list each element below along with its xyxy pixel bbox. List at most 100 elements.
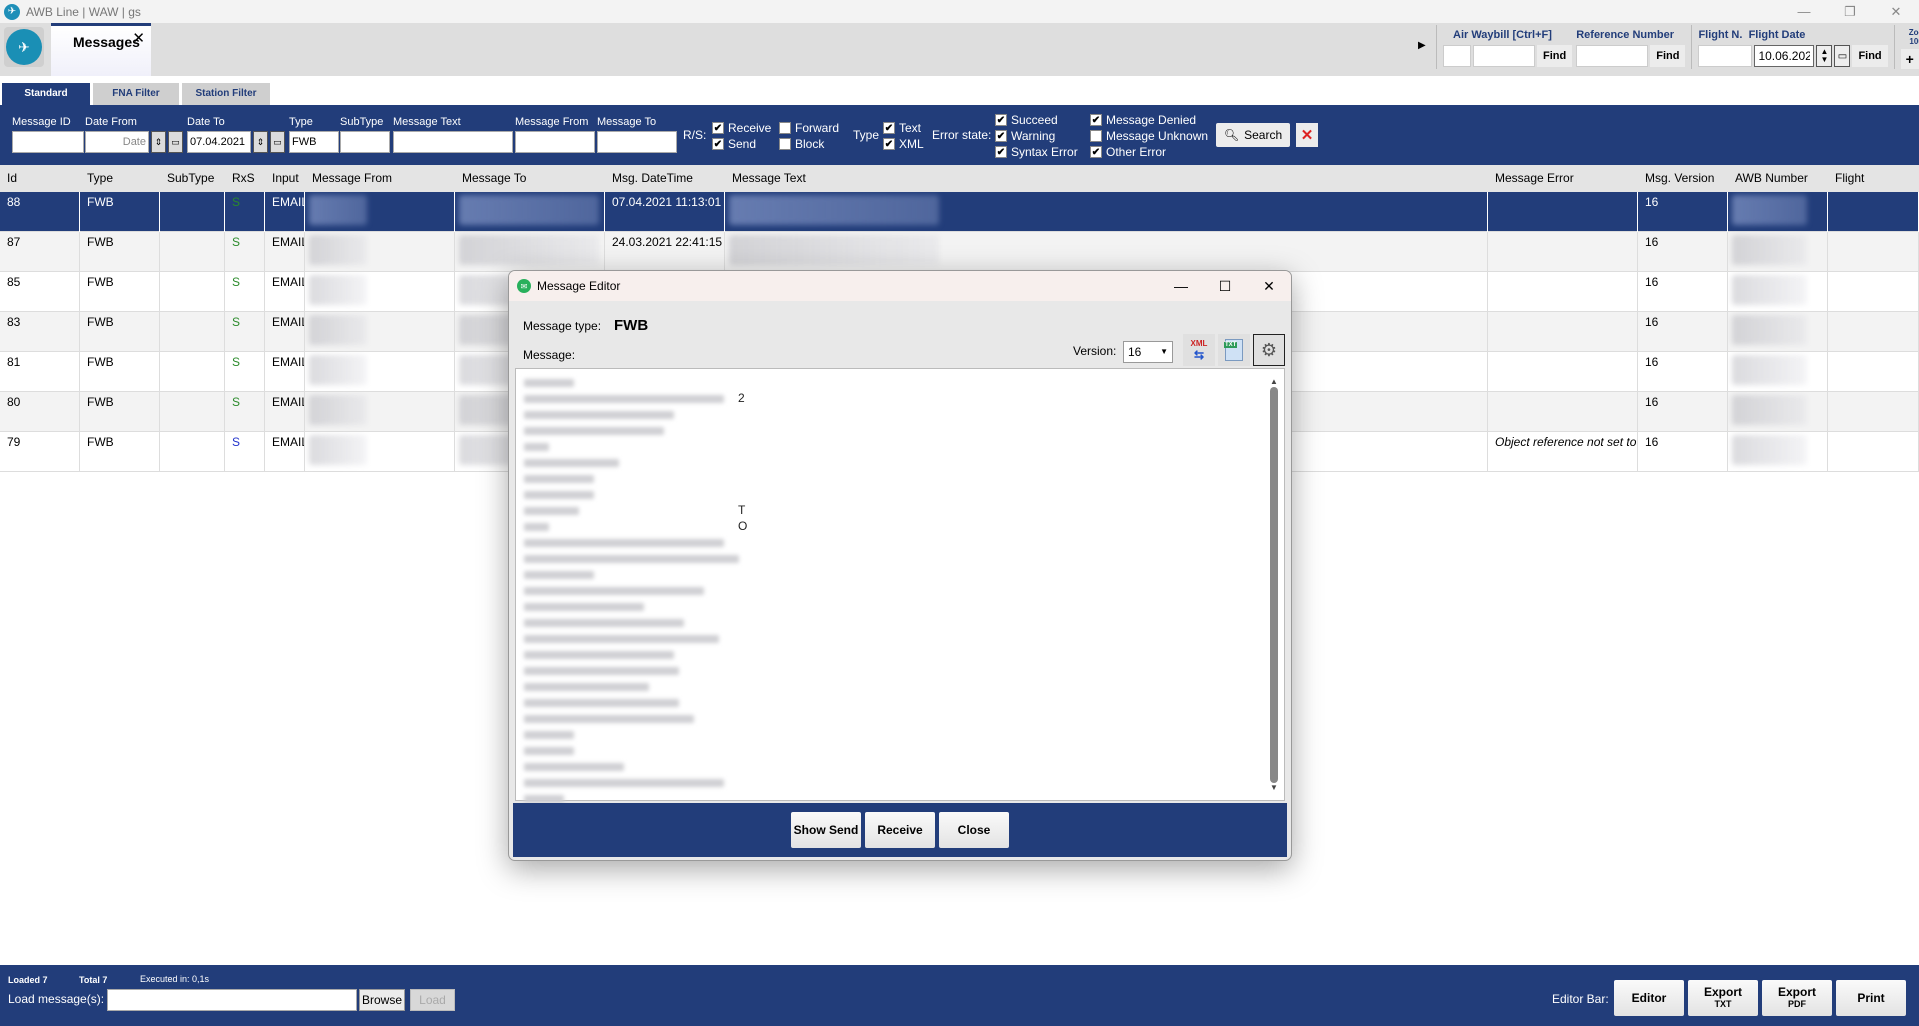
scroll-up-icon[interactable]: ▲ (1270, 377, 1278, 387)
vertical-scrollbar[interactable]: ▲ ▼ (1270, 377, 1278, 799)
export-txt-button[interactable]: Export TXT (1688, 980, 1758, 1016)
dialog-minimize-button[interactable]: — (1159, 271, 1203, 301)
export-pdf-button[interactable]: Export PDF (1762, 980, 1832, 1016)
cell-msg-version-value: 16 (1645, 395, 1659, 409)
xml-checkbox[interactable]: ✔ XML (883, 136, 924, 151)
expand-arrow-icon[interactable]: ▶ (1418, 40, 1430, 51)
dialog-close-button[interactable]: ✕ (1247, 271, 1291, 301)
column-header[interactable]: SubType (160, 165, 214, 192)
column-header[interactable]: Msg. Version (1638, 165, 1714, 192)
cell-awb-number (1728, 352, 1828, 392)
message-unknown-checkbox[interactable]: Message Unknown (1090, 128, 1208, 143)
awb-number-input[interactable] (1473, 45, 1535, 67)
app-logo[interactable]: ✈ (4, 27, 44, 67)
column-header[interactable]: AWB Number (1728, 165, 1808, 192)
succeed-checkbox[interactable]: ✔ Succeed (995, 112, 1078, 127)
message-text-area[interactable]: 2 TO ▲ ▼ (515, 368, 1285, 803)
close-button[interactable]: Close (939, 812, 1009, 848)
dialog-maximize-button[interactable]: ☐ (1203, 271, 1247, 301)
awb-find-button[interactable]: Find (1537, 45, 1573, 67)
tab-standard-filter[interactable]: Standard Filter (2, 83, 90, 121)
reference-number-input[interactable] (1576, 45, 1649, 67)
browse-button[interactable]: Browse (359, 989, 405, 1011)
zoom-in-button[interactable]: + (1900, 49, 1919, 69)
flight-number-input[interactable] (1698, 45, 1753, 67)
message-from-label: Message From (515, 116, 589, 128)
settings-button[interactable]: ⚙ (1253, 334, 1285, 366)
load-messages-input[interactable] (107, 989, 357, 1011)
message-text-input[interactable] (393, 131, 513, 153)
cell-message-error (1488, 312, 1638, 352)
table-row[interactable]: 87 FWB S EMAIL 24.03.2021 22:41:15 16 (0, 232, 1919, 272)
send-checkbox[interactable]: ✔ Send (712, 136, 771, 151)
date-from-calendar-icon[interactable]: ▭ (168, 131, 183, 153)
close-window-button[interactable]: ✕ (1873, 0, 1919, 23)
date-to-input[interactable]: 07.04.2021 (187, 131, 251, 153)
other-error-checkbox[interactable]: ✔ Other Error (1090, 144, 1208, 159)
tab-messages[interactable]: Messages ✕ (51, 23, 151, 76)
message-from-input[interactable] (515, 131, 595, 153)
xml-convert-button[interactable]: XML ⇆ (1183, 334, 1215, 366)
message-line: 2 (522, 391, 745, 407)
tab-fna-filter[interactable]: FNA Filter (93, 83, 179, 105)
date-from-spinner[interactable]: ⇕ (151, 131, 166, 153)
column-header[interactable]: Message To (455, 165, 526, 192)
receive-button[interactable]: Receive (865, 812, 935, 848)
filter-tabs: Standard Filter FNA Filter Station Filte… (2, 83, 270, 121)
message-line (522, 471, 738, 487)
search-button[interactable]: 🔍︎ Search (1216, 123, 1290, 147)
tab-station-filter[interactable]: Station Filter (182, 83, 270, 105)
column-header[interactable]: Input (265, 165, 299, 192)
block-checkbox[interactable]: Block (779, 136, 839, 151)
cell-rxs: S (225, 392, 265, 432)
message-denied-checkbox[interactable]: ✔ Message Denied (1090, 112, 1208, 127)
column-header[interactable]: Message From (305, 165, 392, 192)
calendar-icon[interactable]: ▭ (1834, 45, 1851, 67)
flight-find-button[interactable]: Find (1852, 45, 1888, 67)
scroll-thumb[interactable] (1270, 387, 1278, 783)
column-header[interactable]: Message Error (1488, 165, 1574, 192)
text-checkbox[interactable]: ✔ Text (883, 120, 924, 135)
date-to-calendar-icon[interactable]: ▭ (270, 131, 285, 153)
table-row[interactable]: 88 FWB S EMAIL 07.04.2021 11:13:01 16 (0, 192, 1919, 232)
column-header[interactable]: Id (0, 165, 17, 192)
txt-export-button[interactable]: TXT (1218, 334, 1250, 366)
message-to-input[interactable] (597, 131, 677, 153)
date-from-input[interactable]: Date (85, 131, 149, 153)
subtype-label: SubType (340, 116, 384, 128)
forward-checkbox[interactable]: Forward (779, 120, 839, 135)
receive-checkbox[interactable]: ✔ Receive (712, 120, 771, 135)
version-select[interactable]: 16 ▼ (1123, 341, 1173, 363)
column-header[interactable]: Msg. DateTime (605, 165, 693, 192)
date-spinner[interactable]: ▲ ▼ (1816, 45, 1833, 67)
cell-message-from (305, 312, 455, 352)
syntax-error-checkbox[interactable]: ✔ Syntax Error (995, 144, 1078, 159)
maximize-button[interactable]: ❐ (1827, 0, 1873, 23)
swap-arrows-icon: ⇆ (1193, 347, 1205, 362)
reference-find-button[interactable]: Find (1650, 45, 1686, 67)
cell-message-text (725, 192, 1488, 232)
minimize-button[interactable]: — (1781, 0, 1827, 23)
subtype-input[interactable] (340, 131, 390, 153)
close-tab-icon[interactable]: ✕ (132, 29, 145, 47)
type-input[interactable]: FWB (289, 131, 339, 153)
clear-filter-button[interactable]: ✕ (1296, 123, 1318, 147)
date-to-spinner[interactable]: ⇕ (253, 131, 268, 153)
warning-checkbox[interactable]: ✔ Warning (995, 128, 1078, 143)
column-header[interactable]: Message Text (725, 165, 806, 192)
editor-button[interactable]: Editor (1614, 980, 1684, 1016)
cell-subtype (160, 192, 225, 232)
column-header[interactable]: Type (80, 165, 113, 192)
redacted-content (309, 435, 367, 465)
flight-date-label: Flight Date (1748, 29, 1806, 41)
column-header[interactable]: RxS (225, 165, 255, 192)
column-header[interactable]: Flight (1828, 165, 1864, 192)
flight-date-input[interactable] (1754, 45, 1815, 67)
load-button[interactable]: Load (410, 989, 455, 1011)
message-id-input[interactable] (12, 131, 84, 153)
print-button[interactable]: Print (1836, 980, 1906, 1016)
scroll-down-icon[interactable]: ▼ (1270, 783, 1278, 793)
cell-input-value: EMAIL (272, 435, 305, 449)
show-send-button[interactable]: Show Send (791, 812, 861, 848)
awb-prefix-input[interactable] (1443, 45, 1471, 67)
